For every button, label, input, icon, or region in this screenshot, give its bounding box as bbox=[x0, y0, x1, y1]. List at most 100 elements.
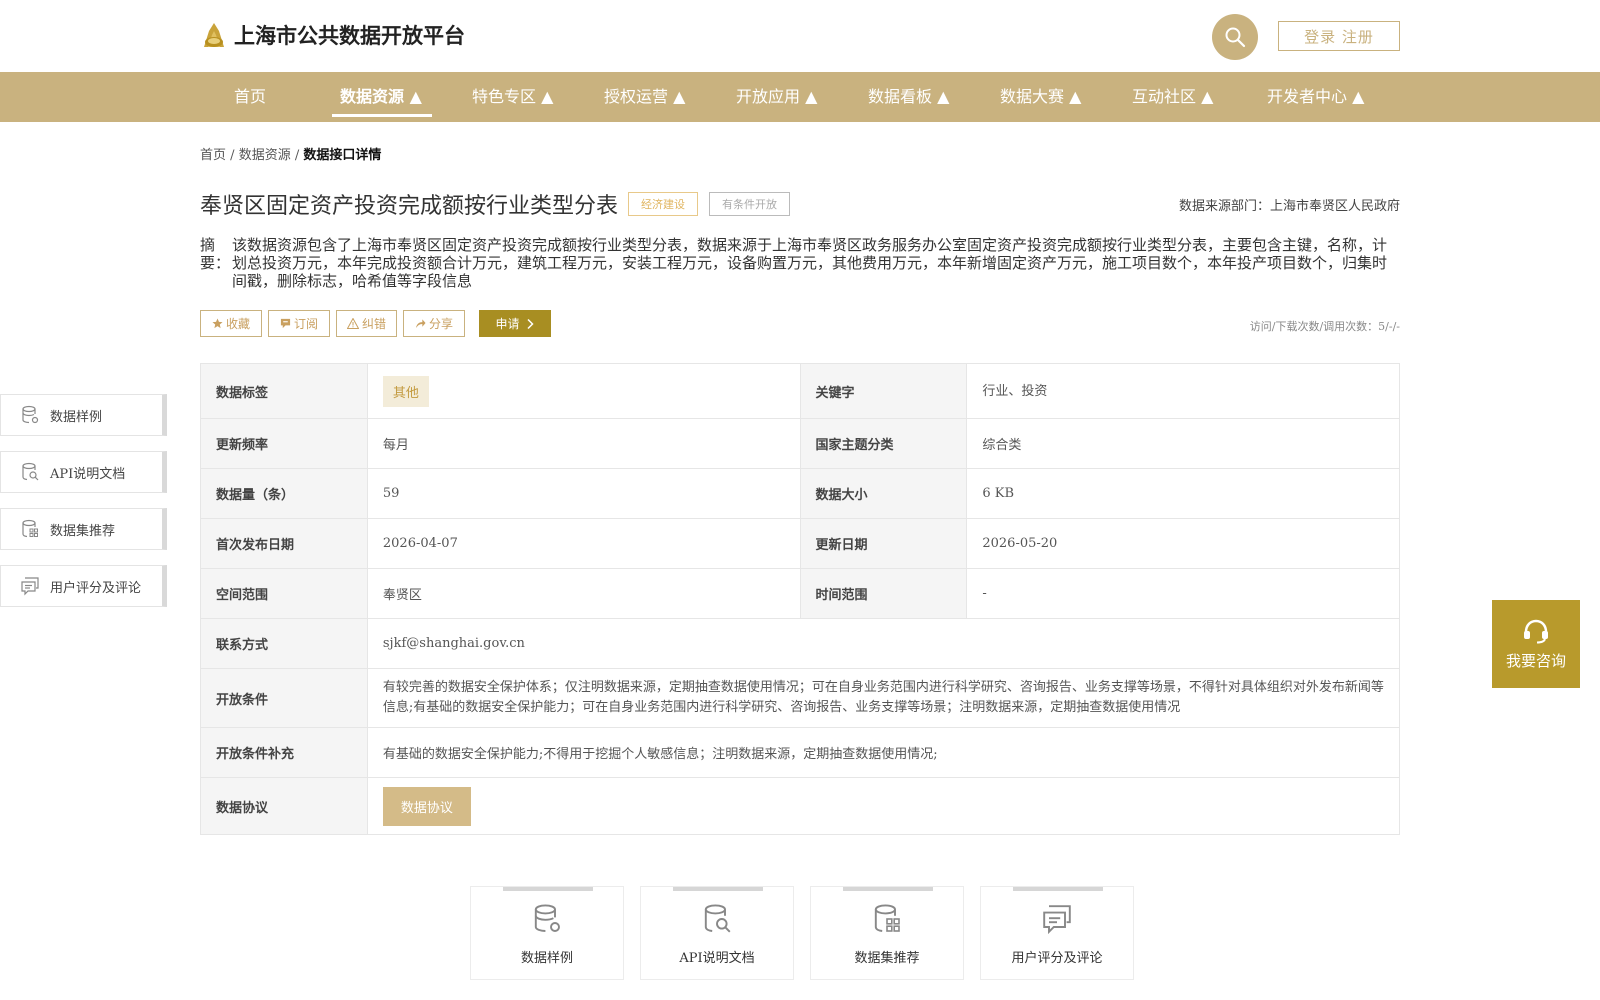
database-grid-icon bbox=[22, 519, 38, 538]
side-nav-label: 数据样例 bbox=[50, 409, 103, 425]
subscribe-button[interactable]: 订阅 bbox=[268, 310, 330, 337]
bookmark-icon bbox=[280, 318, 291, 329]
card-reviews[interactable]: 用户评分及评论 bbox=[980, 886, 1134, 980]
nav-open-apps[interactable]: 开放应用 ▲ bbox=[736, 72, 817, 122]
nav-home[interactable]: 首页 bbox=[234, 72, 266, 122]
subscribe-label: 订阅 bbox=[293, 317, 318, 331]
share-icon bbox=[415, 319, 426, 329]
favorite-button[interactable]: 收藏 bbox=[200, 310, 262, 337]
first-publish-value: 2026-04-07 bbox=[366, 518, 801, 569]
side-nav-reviews[interactable]: 用户评分及评论 bbox=[0, 565, 167, 607]
header: 上海市公共数据开放平台 登录 注册 bbox=[0, 0, 1600, 72]
headset-icon bbox=[1524, 619, 1548, 643]
report-error-button[interactable]: 纠错 bbox=[336, 310, 397, 337]
nav-data-dashboard[interactable]: 数据看板 ▲ bbox=[868, 72, 949, 122]
nav-active-indicator bbox=[332, 114, 432, 117]
logo[interactable]: 上海市公共数据开放平台 bbox=[200, 20, 465, 50]
apply-button[interactable]: 申请 bbox=[479, 310, 551, 337]
side-nav-label: 数据集推荐 bbox=[50, 523, 116, 539]
source-department: 数据来源部门：上海市奉贤区人民政府 bbox=[1178, 199, 1400, 214]
table-row: 空间范围 奉贤区 时间范围 - bbox=[200, 568, 1400, 619]
share-button[interactable]: 分享 bbox=[403, 310, 465, 337]
update-frequency-label: 更新频率 bbox=[200, 418, 368, 469]
chevron-right-icon bbox=[526, 318, 534, 329]
table-row: 更新频率 每月 国家主题分类 综合类 bbox=[200, 418, 1400, 469]
table-row: 数据标签 其他 关键字 行业、投资 bbox=[200, 363, 1400, 419]
national-theme-label: 国家主题分类 bbox=[799, 418, 968, 469]
side-nav-api-doc[interactable]: API说明文档 bbox=[0, 451, 167, 493]
comment-icon bbox=[21, 577, 39, 596]
summary-label: 摘要： bbox=[200, 236, 231, 272]
keywords-value: 行业、投资 bbox=[966, 363, 1400, 419]
data-protocol-label: 数据协议 bbox=[200, 777, 368, 835]
record-count-label: 数据量（条） bbox=[200, 468, 368, 519]
card-label: 数据集推荐 bbox=[854, 951, 920, 966]
logo-icon bbox=[204, 23, 224, 47]
card-label: API说明文档 bbox=[679, 951, 755, 966]
time-scope-label: 时间范围 bbox=[799, 568, 968, 619]
breadcrumb-current: 数据接口详情 bbox=[303, 148, 382, 163]
breadcrumb-section[interactable]: 数据资源 bbox=[239, 148, 291, 163]
card-api-doc[interactable]: API说明文档 bbox=[640, 886, 794, 980]
side-nav-dataset-recommend[interactable]: 数据集推荐 bbox=[0, 508, 167, 550]
database-search-icon bbox=[704, 904, 731, 933]
login-register-button[interactable]: 登录 注册 bbox=[1278, 21, 1400, 51]
contact-value[interactable]: sjkf@shanghai.gov.cn bbox=[366, 618, 1401, 669]
data-tag-chip[interactable]: 其他 bbox=[382, 375, 429, 407]
card-label: 数据样例 bbox=[520, 951, 573, 966]
open-conditions-value: 有较完善的数据安全保护体系；仅注明数据来源，定期抽查数据使用情况；可在自身业务范… bbox=[366, 668, 1401, 728]
apply-label: 申请 bbox=[495, 317, 520, 331]
database-search-icon bbox=[22, 462, 39, 481]
topic-tag[interactable]: 经济建设 bbox=[628, 192, 698, 216]
update-frequency-value: 每月 bbox=[366, 418, 801, 469]
nav-data-contest[interactable]: 数据大赛 ▲ bbox=[1000, 72, 1081, 122]
comment-icon bbox=[1043, 905, 1071, 935]
record-count-value: 59 bbox=[366, 468, 801, 519]
card-top-bar bbox=[843, 887, 933, 891]
first-publish-label: 首次发布日期 bbox=[200, 518, 368, 569]
summary: 摘要： 该数据资源包含了上海市奉贤区固定资产投资完成额按行业类型分表，数据来源于… bbox=[200, 236, 1400, 290]
card-top-bar bbox=[1013, 887, 1103, 891]
table-row: 联系方式 sjkf@shanghai.gov.cn bbox=[200, 618, 1401, 669]
nav-featured[interactable]: 特色专区 ▲ bbox=[472, 72, 553, 122]
open-conditions-extra-value: 有基础的数据安全保护能力;不得用于挖掘个人敏感信息；注明数据来源，定期抽查数据使… bbox=[366, 727, 1401, 778]
page-title: 奉贤区固定资产投资完成额按行业类型分表 bbox=[200, 194, 619, 219]
consult-button[interactable]: 我要咨询 bbox=[1492, 600, 1580, 688]
open-conditions-extra-label: 开放条件补充 bbox=[200, 727, 368, 778]
card-label: 用户评分及评论 bbox=[1011, 951, 1103, 966]
main-nav: 首页 数据资源 ▲ 特色专区 ▲ 授权运营 ▲ 开放应用 ▲ 数据看板 ▲ 数据… bbox=[0, 72, 1600, 122]
data-size-value: 6 KB bbox=[966, 468, 1400, 519]
side-nav-data-sample[interactable]: 数据样例 bbox=[0, 394, 167, 436]
database-grid-icon bbox=[874, 904, 900, 932]
contact-label: 联系方式 bbox=[200, 618, 368, 669]
table-row: 数据协议 数据协议 bbox=[200, 777, 1401, 835]
warning-icon bbox=[346, 318, 359, 329]
site-title: 上海市公共数据开放平台 bbox=[234, 24, 465, 48]
spatial-scope-value: 奉贤区 bbox=[366, 568, 801, 619]
data-size-label: 数据大小 bbox=[799, 468, 968, 519]
card-top-bar bbox=[673, 887, 763, 891]
card-dataset-recommend[interactable]: 数据集推荐 bbox=[810, 886, 964, 980]
action-bar: 收藏 订阅 纠错 分享 申请 bbox=[200, 310, 551, 337]
spatial-scope-label: 空间范围 bbox=[200, 568, 368, 619]
nav-community[interactable]: 互动社区 ▲ bbox=[1132, 72, 1213, 122]
breadcrumb-home[interactable]: 首页 bbox=[200, 148, 226, 163]
search-button[interactable] bbox=[1212, 14, 1258, 60]
card-top-bar bbox=[503, 887, 593, 891]
database-gear-icon bbox=[22, 405, 39, 424]
card-data-sample[interactable]: 数据样例 bbox=[470, 886, 624, 980]
breadcrumb-sep: / bbox=[294, 148, 300, 163]
data-protocol-button[interactable]: 数据协议 bbox=[382, 786, 471, 826]
summary-text: 该数据资源包含了上海市奉贤区固定资产投资完成额按行业类型分表，数据来源于上海市奉… bbox=[232, 236, 1388, 290]
update-date-label: 更新日期 bbox=[799, 518, 968, 569]
favorite-label: 收藏 bbox=[225, 317, 250, 331]
report-error-label: 纠错 bbox=[361, 317, 386, 331]
side-nav-label: API说明文档 bbox=[50, 466, 126, 482]
nav-developer[interactable]: 开发者中心 ▲ bbox=[1267, 72, 1364, 122]
table-row: 数据量（条） 59 数据大小 6 KB bbox=[200, 468, 1400, 519]
nav-authorized-ops[interactable]: 授权运营 ▲ bbox=[604, 72, 685, 122]
search-icon bbox=[1225, 27, 1246, 48]
share-label: 分享 bbox=[428, 317, 453, 331]
keywords-label: 关键字 bbox=[799, 363, 968, 419]
visit-counts: 访问/下载次数/调用次数：5/-/- bbox=[1249, 320, 1400, 333]
